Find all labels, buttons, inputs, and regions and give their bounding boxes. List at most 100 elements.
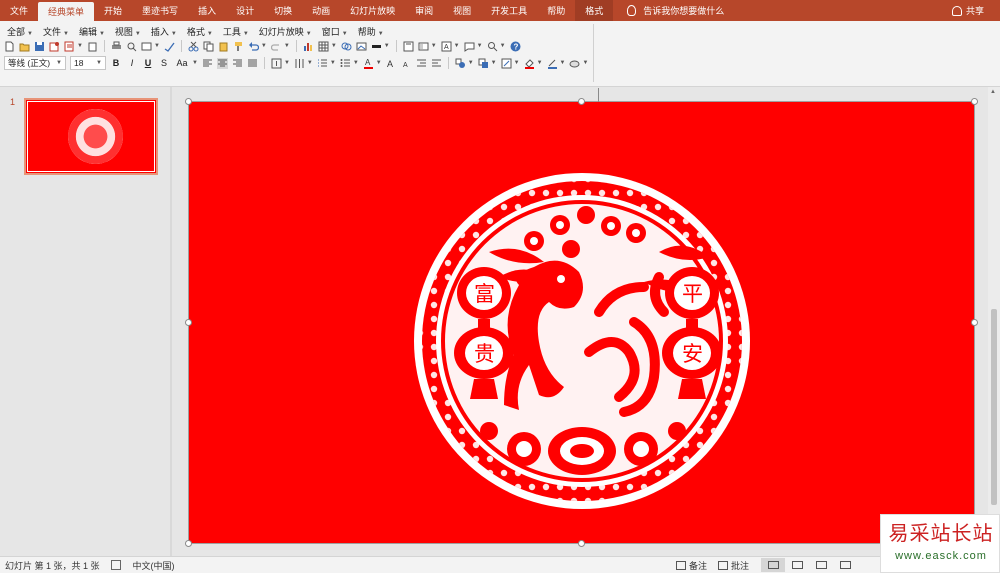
- menu-slideshow[interactable]: 幻灯片放映 ▼: [254, 25, 317, 38]
- notes-button[interactable]: 备注: [676, 559, 707, 572]
- permission-icon[interactable]: [49, 41, 60, 52]
- menu-help[interactable]: 帮助 ▼: [353, 25, 389, 38]
- resize-handle-left[interactable]: [185, 319, 192, 326]
- grow-font-icon[interactable]: A: [386, 58, 397, 69]
- chevron-down-icon[interactable]: ▼: [491, 60, 497, 66]
- line-icon[interactable]: [371, 41, 382, 52]
- redo-icon[interactable]: [270, 41, 282, 52]
- copy-icon[interactable]: [203, 41, 214, 52]
- resize-handle-right[interactable]: [971, 319, 978, 326]
- chevron-down-icon[interactable]: ▼: [477, 43, 483, 49]
- chevron-down-icon[interactable]: ▼: [582, 60, 588, 66]
- slideshow-view-button[interactable]: [833, 558, 857, 572]
- chevron-down-icon[interactable]: ▼: [384, 43, 390, 49]
- new-file-icon[interactable]: [4, 41, 15, 52]
- format-painter-icon[interactable]: [233, 41, 244, 52]
- paste-icon[interactable]: [87, 41, 98, 52]
- align-left-icon[interactable]: [202, 58, 213, 69]
- resize-handle-bottom[interactable]: [578, 540, 585, 547]
- tab-transitions[interactable]: 切换: [264, 0, 302, 21]
- chevron-down-icon[interactable]: ▼: [261, 43, 267, 49]
- tab-ink[interactable]: 墨迹书写: [132, 0, 188, 21]
- tab-review[interactable]: 审阅: [405, 0, 443, 21]
- table-icon[interactable]: [318, 41, 329, 52]
- tab-help[interactable]: 帮助: [537, 0, 575, 21]
- slide-thumbnail[interactable]: [24, 98, 158, 175]
- chevron-down-icon[interactable]: ▼: [77, 43, 83, 49]
- chevron-down-icon[interactable]: ▼: [454, 43, 460, 49]
- resize-handle-top-right[interactable]: [971, 98, 978, 105]
- chevron-down-icon[interactable]: ▼: [154, 43, 160, 49]
- strikethrough-button[interactable]: S: [158, 58, 170, 68]
- tell-me-search[interactable]: 告诉我你想要做什么: [627, 0, 724, 21]
- italic-button[interactable]: I: [126, 58, 138, 68]
- scrollbar-thumb[interactable]: [991, 309, 997, 505]
- numbering-icon[interactable]: [317, 58, 328, 69]
- menu-format[interactable]: 格式 ▼: [182, 25, 218, 38]
- tab-design[interactable]: 设计: [226, 0, 264, 21]
- slide-layout-icon[interactable]: [418, 41, 429, 52]
- chart-icon[interactable]: [303, 41, 314, 52]
- increase-indent-icon[interactable]: [431, 58, 442, 69]
- arrange-icon[interactable]: [478, 58, 489, 69]
- spelling-icon[interactable]: [164, 41, 175, 52]
- decrease-indent-icon[interactable]: [416, 58, 427, 69]
- reading-view-button[interactable]: [809, 558, 833, 572]
- shapes-icon[interactable]: [455, 58, 466, 69]
- paper-cut-monkey-artwork[interactable]: 富 贵 平 安: [189, 102, 976, 545]
- tab-slideshow[interactable]: 幻灯片放映: [340, 0, 405, 21]
- status-language[interactable]: 中文(中国): [133, 559, 175, 572]
- bold-button[interactable]: B: [110, 58, 122, 68]
- menu-insert[interactable]: 插入 ▼: [146, 25, 182, 38]
- text-direction-icon[interactable]: [271, 58, 282, 69]
- vertical-scrollbar[interactable]: ▲ ▼: [988, 87, 1000, 556]
- help-icon[interactable]: ?: [510, 41, 521, 52]
- align-right-icon[interactable]: [232, 58, 243, 69]
- tab-home[interactable]: 开始: [94, 0, 132, 21]
- menu-edit[interactable]: 编辑 ▼: [74, 25, 110, 38]
- underline-button[interactable]: U: [142, 58, 154, 68]
- chevron-down-icon[interactable]: ▼: [284, 43, 290, 49]
- slide-sorter-view-button[interactable]: [785, 558, 809, 572]
- slide-canvas[interactable]: 富 贵 平 安: [185, 88, 978, 547]
- open-folder-icon[interactable]: [19, 41, 30, 52]
- font-size-select[interactable]: 18 ▼: [70, 56, 106, 70]
- chevron-down-icon[interactable]: ▼: [537, 60, 543, 66]
- chevron-down-icon[interactable]: ▼: [514, 60, 520, 66]
- tab-file[interactable]: 文件: [0, 0, 38, 21]
- chevron-down-icon[interactable]: ▼: [331, 43, 337, 49]
- tab-animations[interactable]: 动画: [302, 0, 340, 21]
- menu-file[interactable]: 文件 ▼: [38, 25, 74, 38]
- undo-icon[interactable]: [248, 41, 259, 52]
- menu-view[interactable]: 视图 ▼: [110, 25, 146, 38]
- chevron-down-icon[interactable]: ▼: [560, 60, 566, 66]
- tab-insert[interactable]: 插入: [188, 0, 226, 21]
- menu-tools[interactable]: 工具 ▼: [218, 25, 254, 38]
- header-footer-icon[interactable]: [403, 41, 414, 52]
- save-icon[interactable]: [34, 41, 45, 52]
- tab-developer[interactable]: 开发工具: [481, 0, 537, 21]
- normal-view-button[interactable]: [761, 558, 785, 572]
- menu-window[interactable]: 窗口 ▼: [317, 25, 353, 38]
- font-color-icon[interactable]: A: [363, 58, 374, 69]
- textbox-icon[interactable]: A: [441, 41, 452, 52]
- resize-handle-bottom-left[interactable]: [185, 540, 192, 547]
- scroll-up-icon[interactable]: ▲: [990, 89, 996, 95]
- hyperlink-icon[interactable]: [341, 41, 352, 52]
- shape-effects-icon[interactable]: [569, 58, 580, 69]
- quick-styles-icon[interactable]: [501, 58, 512, 69]
- shrink-font-icon[interactable]: A: [401, 58, 412, 69]
- chevron-down-icon[interactable]: ▼: [468, 60, 474, 66]
- tab-view[interactable]: 视图: [443, 0, 481, 21]
- cut-icon[interactable]: [188, 41, 199, 52]
- tab-format[interactable]: 格式: [575, 0, 614, 21]
- tab-classic-menu[interactable]: 经典菜单: [38, 2, 95, 21]
- resize-handle-top-left[interactable]: [185, 98, 192, 105]
- print-preview-icon[interactable]: [64, 41, 75, 52]
- chevron-down-icon[interactable]: ▼: [192, 60, 198, 66]
- chevron-down-icon[interactable]: ▼: [330, 60, 336, 66]
- comment-icon[interactable]: [464, 41, 475, 52]
- layout-icon[interactable]: [141, 41, 152, 52]
- font-name-select[interactable]: 等线 (正文) ▼: [4, 56, 66, 70]
- chevron-down-icon[interactable]: ▼: [353, 60, 359, 66]
